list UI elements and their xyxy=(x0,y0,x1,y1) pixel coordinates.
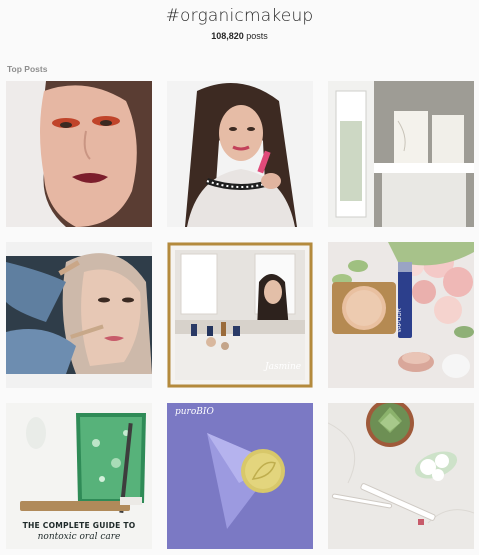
post-5-watermark: Jasmine xyxy=(265,362,302,372)
post-image-8 xyxy=(167,403,313,549)
post-count-label: posts xyxy=(246,31,268,41)
post-tile-1[interactable] xyxy=(6,81,152,227)
post-count-value: 108,820 xyxy=(211,31,244,41)
post-7-caption-title: THE COMPLETE GUIDE TO xyxy=(22,521,136,530)
post-tile-9[interactable] xyxy=(328,403,474,549)
post-image-9 xyxy=(328,403,474,549)
post-7-caption-subtitle: nontoxic oral care xyxy=(37,532,121,542)
post-tile-6[interactable]: VAPOUR xyxy=(328,242,474,388)
post-tile-8[interactable]: puroBIO xyxy=(167,403,313,549)
post-tile-3[interactable] xyxy=(328,81,474,227)
hashtag-title: #organicmakeup xyxy=(165,6,314,26)
post-tile-7[interactable]: THE COMPLETE GUIDE TO nontoxic oral care xyxy=(6,403,152,549)
post-6-product-label: VAPOUR xyxy=(397,308,403,333)
post-image-3 xyxy=(328,81,474,227)
post-tile-5[interactable]: Jasmine xyxy=(167,242,313,388)
post-tile-4[interactable] xyxy=(6,242,152,388)
post-8-brand: puroBIO xyxy=(175,407,214,417)
post-image-4 xyxy=(6,242,152,388)
post-tile-2[interactable] xyxy=(167,81,313,227)
top-posts-heading: Top Posts xyxy=(7,64,48,74)
post-image-2 xyxy=(167,81,313,227)
post-image-1 xyxy=(6,81,152,227)
post-count: 108,820 posts xyxy=(0,31,479,41)
